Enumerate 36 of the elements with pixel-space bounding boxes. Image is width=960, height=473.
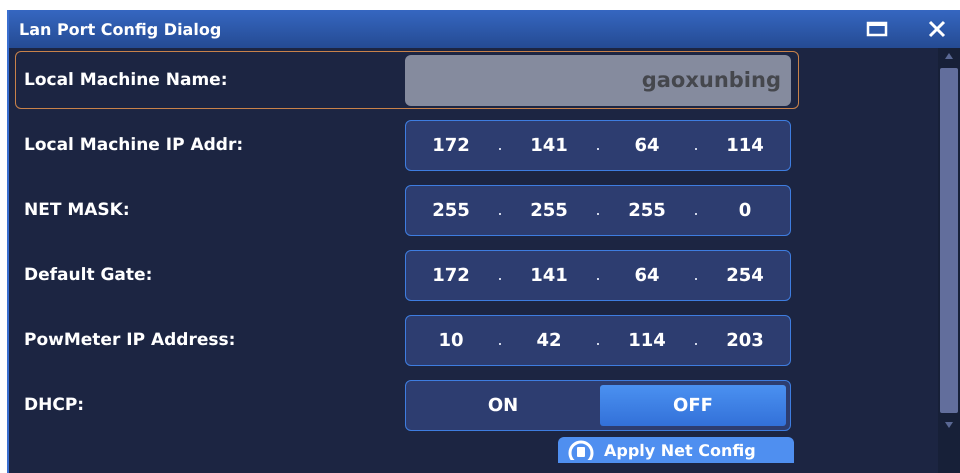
ip-address-field[interactable]: 172 141 64 254 <box>405 250 791 300</box>
scroll-down-icon[interactable] <box>944 421 954 429</box>
field-label: PowMeter IP Address: <box>24 330 236 350</box>
field-label: Local Machine IP Addr: <box>24 135 244 155</box>
scrollbar-thumb[interactable] <box>940 68 958 413</box>
ip-octet: 172 <box>431 134 471 156</box>
ip-octet: 255 <box>529 200 569 220</box>
ip-address-field[interactable]: 255 255 255 0 <box>405 184 791 236</box>
ip-octet: 114 <box>725 134 765 156</box>
ip-octet: 172 <box>431 264 471 286</box>
scrollbar[interactable] <box>938 48 960 473</box>
ip-octet: 255 <box>431 200 471 220</box>
toggle-option[interactable]: ON <box>410 384 596 426</box>
scroll-up-icon[interactable] <box>944 52 954 60</box>
field-label: NET MASK: <box>24 200 130 220</box>
field-label: DHCP: <box>24 395 84 415</box>
ip-octet: 114 <box>627 330 667 350</box>
ip-octet: 141 <box>529 264 569 286</box>
ip-octet: 10 <box>437 330 465 350</box>
ip-octet: 255 <box>627 200 667 220</box>
window-title: Lan Port Config Dialog <box>19 20 222 38</box>
ip-octet: 42 <box>535 330 563 350</box>
ip-octet: 64 <box>633 134 661 156</box>
ip-octet: 203 <box>725 330 765 350</box>
apply-icon <box>568 440 594 460</box>
ip-address-field[interactable]: 10 42 114 203 <box>405 314 791 366</box>
ip-octet: 141 <box>529 134 569 156</box>
ip-octet: 64 <box>633 264 661 286</box>
toggle-option[interactable]: OFF <box>600 384 786 426</box>
maximize-icon[interactable] <box>866 21 888 37</box>
ip-octet: 254 <box>725 264 765 286</box>
field-label: Default Gate: <box>24 265 152 285</box>
ip-address-field[interactable]: 172 141 64 114 <box>405 120 791 170</box>
field-label: Local Machine Name: <box>24 70 228 90</box>
close-icon[interactable] <box>928 20 946 38</box>
ip-octet: 0 <box>738 200 752 220</box>
